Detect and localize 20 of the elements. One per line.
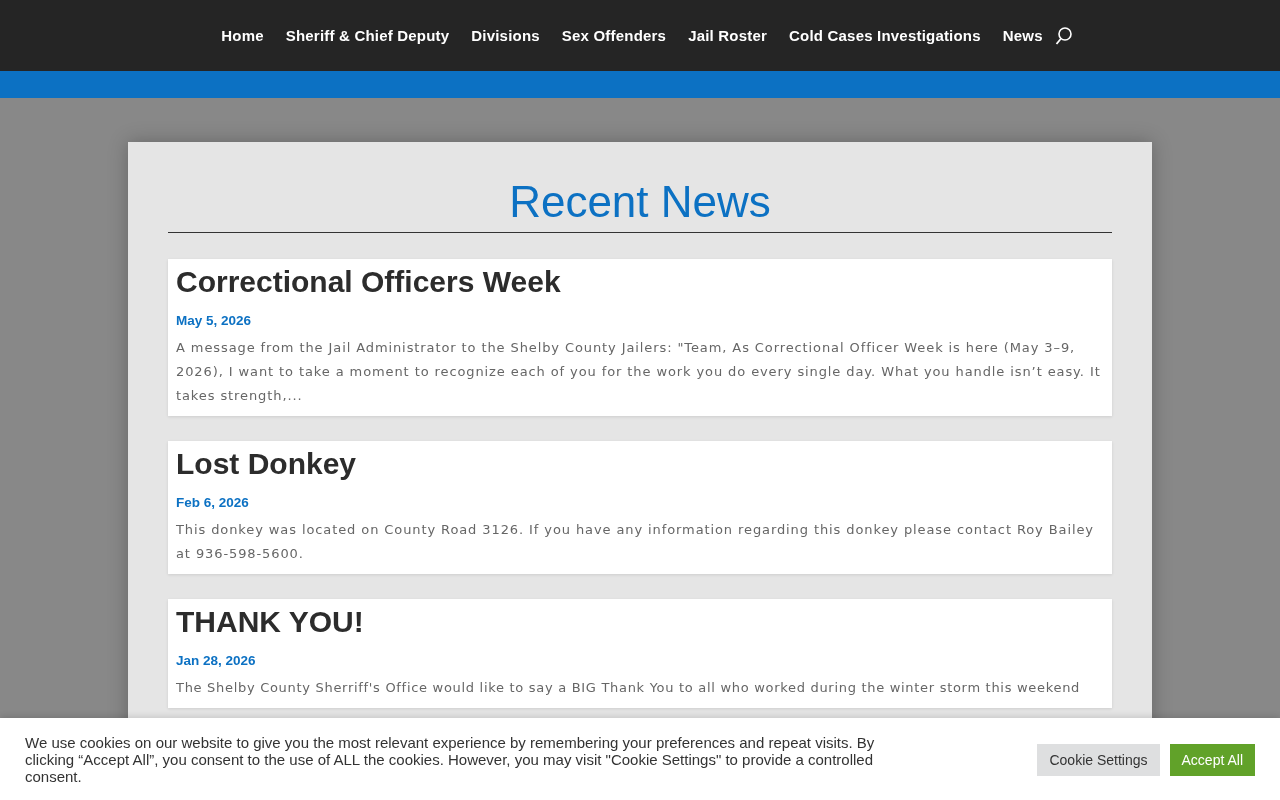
nav-link[interactable]: Home	[221, 27, 264, 44]
search-icon[interactable]	[1054, 25, 1073, 46]
post-title[interactable]: Correctional Officers Week	[176, 265, 1104, 299]
post-date: May 5, 2026	[176, 313, 253, 328]
nav-link[interactable]: Divisions	[471, 27, 540, 44]
nav-link[interactable]: Sheriff & Chief Deputy	[285, 27, 450, 44]
post-excerpt: This donkey was located on County Road 3126. If you have any information regarding this donkey please contact Roy Bailey at 936-598-5600.	[176, 521, 1095, 563]
post-excerpt: The Shelby County Sherriff's Office would like to say a BIG Thank You to all who worked during the winter storm this weekend	[176, 679, 1082, 697]
post-title[interactable]: Lost Donkey	[176, 447, 1104, 481]
cookie-button[interactable]: Cookie Settings	[1037, 744, 1160, 776]
cookie-message: We use cookies on our website to give you the most relevant experience by remembering your preferences and repeat visits. By clicking “Accept All”, you consent to the use of ALL the cookies. However, you may visit "Cookie Settings" to provide a controlled consent.	[25, 733, 876, 785]
nav-link[interactable]: Cold Cases Investigations	[789, 27, 981, 44]
post-date: Jan 28, 2026	[176, 653, 257, 668]
post-excerpt: A message from the Jail Administrator to the Shelby County Jailers: "Team, As Correctional Officer Week is here (May 3–9, 2026), I want to take a moment to recognize each of you for the work you do every single day. What you handle isn’t easy. It takes strength,...	[176, 339, 1102, 405]
nav-link[interactable]: Jail Roster	[688, 27, 768, 44]
nav-link[interactable]: Sex Offenders	[561, 27, 667, 44]
post-date: Feb 6, 2026	[176, 495, 250, 510]
section-heading: Recent News	[508, 176, 772, 228]
nav-link[interactable]: News	[1002, 27, 1043, 44]
post-title[interactable]: THANK YOU!	[176, 605, 1104, 639]
